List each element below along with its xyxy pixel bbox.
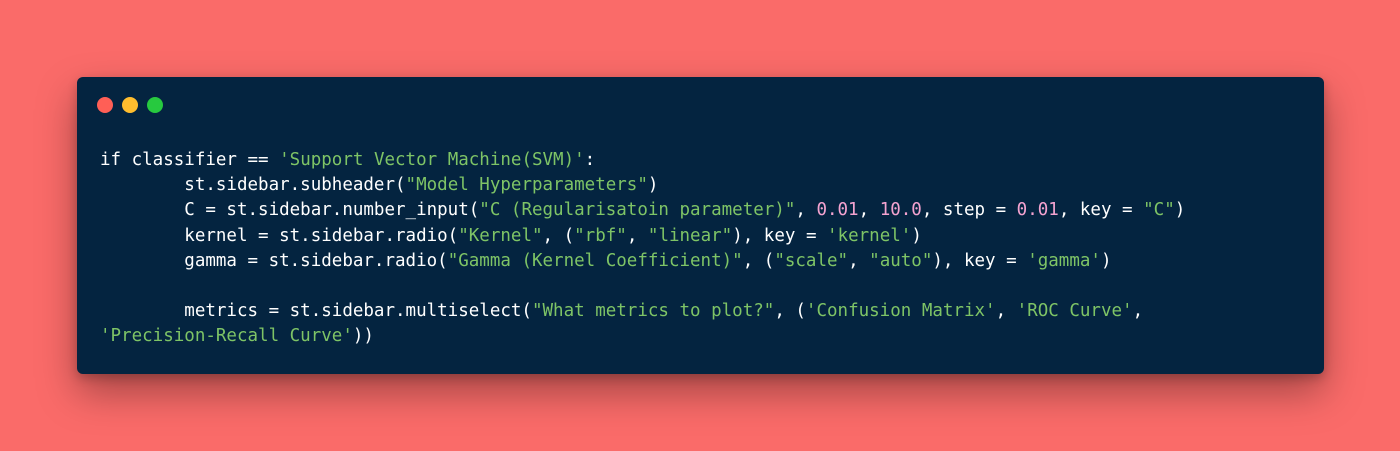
string-token: 'Support Vector Machine(SVM)' [279,150,585,170]
code-token: , [848,250,870,271]
string-token: 'ROC Curve' [1016,301,1133,322]
string-token: "Model Hyperparameters" [405,175,648,196]
code-token: , [995,301,1017,322]
code-line: kernel = st.sidebar.radio("Kernel", ("rb… [100,224,1185,249]
close-dot-icon[interactable] [97,97,113,113]
string-token: "C (Regularisatoin parameter)" [479,200,796,221]
maximize-dot-icon[interactable] [147,97,163,113]
string-token: 'kernel' [827,225,912,246]
string-token: 'gamma' [1027,250,1101,271]
code-token: : [584,150,596,170]
code-token: , [795,200,817,221]
code-token: )) [352,326,374,347]
number-token: 10.0 [879,200,922,221]
minimize-dot-icon[interactable] [122,97,138,113]
code-token: gamma = st.sidebar.radio( [100,250,448,271]
code-token: , [1132,301,1144,322]
code-window: if classifier == 'Support Vector Machine… [77,77,1324,374]
code-token: , [858,200,880,221]
code-line: if classifier == 'Support Vector Machine… [100,148,1185,173]
code-line: metrics = st.sidebar.multiselect("What m… [100,299,1185,324]
code-token: ) [1100,250,1112,271]
code-token: st.sidebar.subheader( [100,175,406,196]
code-block: if classifier == 'Support Vector Machine… [100,148,1185,350]
code-line: gamma = st.sidebar.radio("Gamma (Kernel … [100,249,1185,274]
code-token: , [626,225,648,246]
string-token: "Kernel" [458,225,543,246]
code-line: 'Precision-Recall Curve')) [100,324,1185,349]
code-token: , key = [1058,200,1144,221]
string-token: "linear" [647,225,733,246]
code-token: if classifier == [100,150,280,170]
code-token: C = st.sidebar.number_input( [100,200,480,221]
code-token: , ( [742,250,775,271]
number-token: 0.01 [1016,200,1059,221]
code-token: ) [1174,200,1186,221]
code-token: metrics = st.sidebar.multiselect( [100,301,532,322]
string-token: "rbf" [574,225,627,246]
code-token: ) [647,175,659,196]
code-line: st.sidebar.subheader("Model Hyperparamet… [100,173,1185,198]
code-token: , ( [774,301,806,322]
code-token: ), key = [732,225,828,246]
string-token: "auto" [869,250,933,271]
number-token: 0.01 [816,200,859,221]
string-token: "scale" [774,250,849,271]
code-token: , step = [921,200,1017,221]
string-token: 'Confusion Matrix' [805,301,996,322]
code-token: kernel = st.sidebar.radio( [100,225,459,246]
string-token: 'Precision-Recall Curve' [100,326,353,347]
string-token: "Gamma (Kernel Coefficient)" [447,250,743,271]
code-token: , ( [542,225,575,246]
string-token: "C" [1143,200,1175,221]
code-line: C = st.sidebar.number_input("C (Regulari… [100,198,1185,223]
code-token: ) [911,225,922,246]
window-controls [97,97,163,113]
code-token: ), key = [932,250,1028,271]
string-token: "What metrics to plot?" [531,301,775,322]
